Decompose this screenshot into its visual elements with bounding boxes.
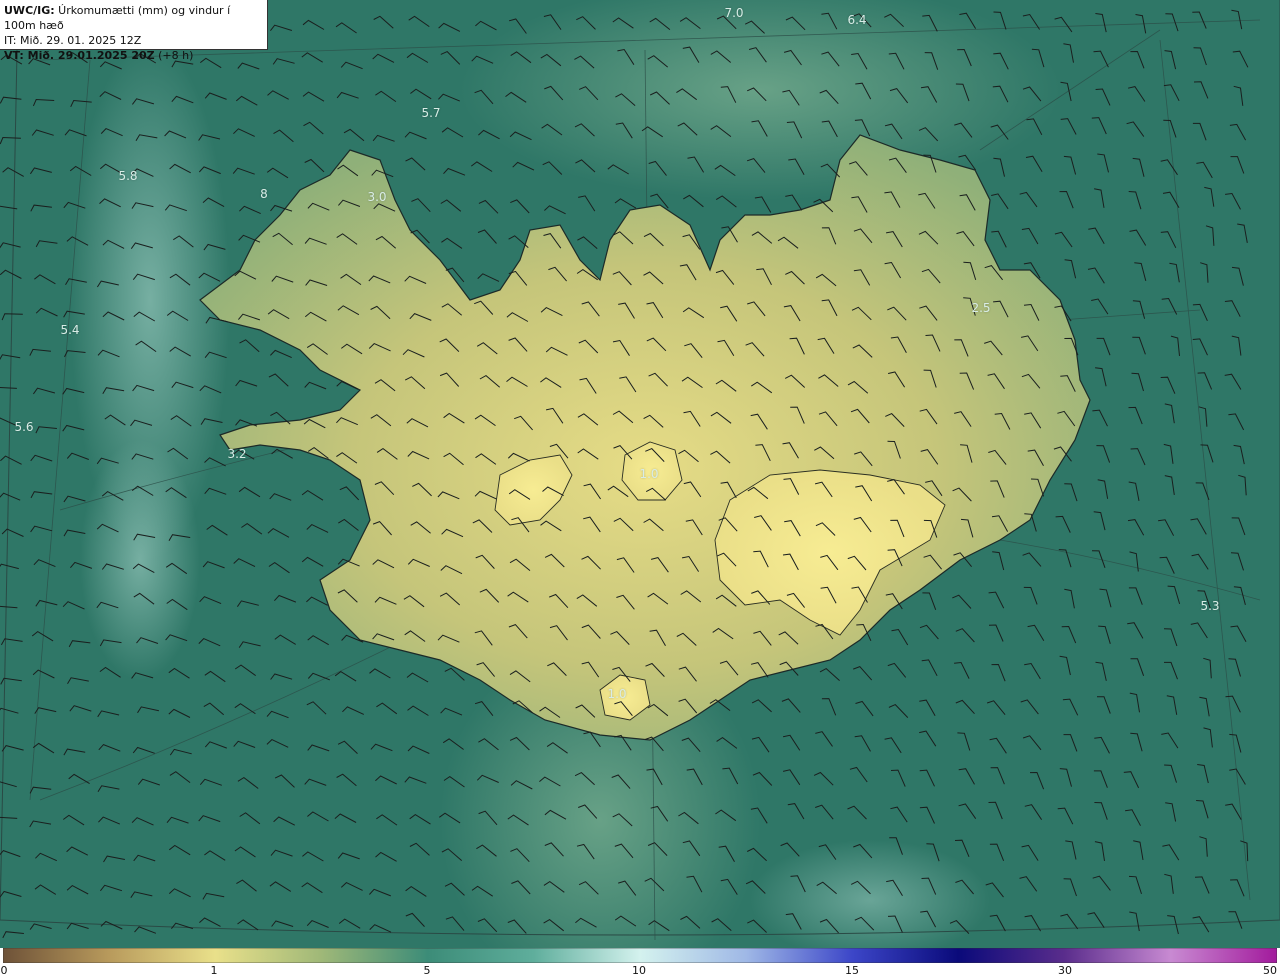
map-value-label: 5.7: [421, 106, 441, 120]
colorbar-tick: 30: [1058, 964, 1072, 977]
colorbar-tick: 5: [423, 964, 431, 977]
lead-time: (+8 h): [154, 49, 194, 62]
map-value-label: 7.0: [724, 6, 744, 20]
model-name: UWC/IG:: [4, 4, 55, 17]
title-line-1: UWC/IG: Úrkomumætti (mm) og vindur í 100…: [4, 3, 263, 33]
map-value-label: 5.4: [60, 323, 80, 337]
map-value-label: 3.2: [227, 447, 247, 461]
map-value-label: 1.0: [639, 467, 659, 481]
colorbar-tick: 50: [1263, 964, 1277, 977]
title-line-3: VT: Mið. 29.01.2025 20Z (+8 h): [4, 48, 263, 63]
map-value-label: 5.8: [118, 169, 138, 183]
colorbar-tick: 15: [845, 964, 859, 977]
map-title-box: UWC/IG: Úrkomumætti (mm) og vindur í 100…: [0, 0, 268, 62]
valid-time: VT: Mið. 29.01.2025 20Z: [4, 49, 155, 62]
map-value-label: 6.4: [847, 13, 867, 27]
init-time: IT: Mið. 29. 01. 2025 12Z: [4, 34, 142, 47]
map-value-label: 3.0: [367, 190, 387, 204]
colorbar-tick: 1: [210, 964, 218, 977]
map-value-label: 5.6: [14, 420, 34, 434]
map-value-label: 2.5: [971, 301, 991, 315]
colorbar-tick: 0: [0, 964, 8, 977]
map-value-label: 8: [260, 187, 268, 201]
colorbar: 0 1 5 10 15 30 50: [0, 948, 1280, 978]
colorbar-strip: [3, 948, 1277, 963]
colorbar-tick: 10: [632, 964, 646, 977]
map-value-label: 5.3: [1200, 599, 1220, 613]
map-value-label: 1.0: [607, 687, 627, 701]
